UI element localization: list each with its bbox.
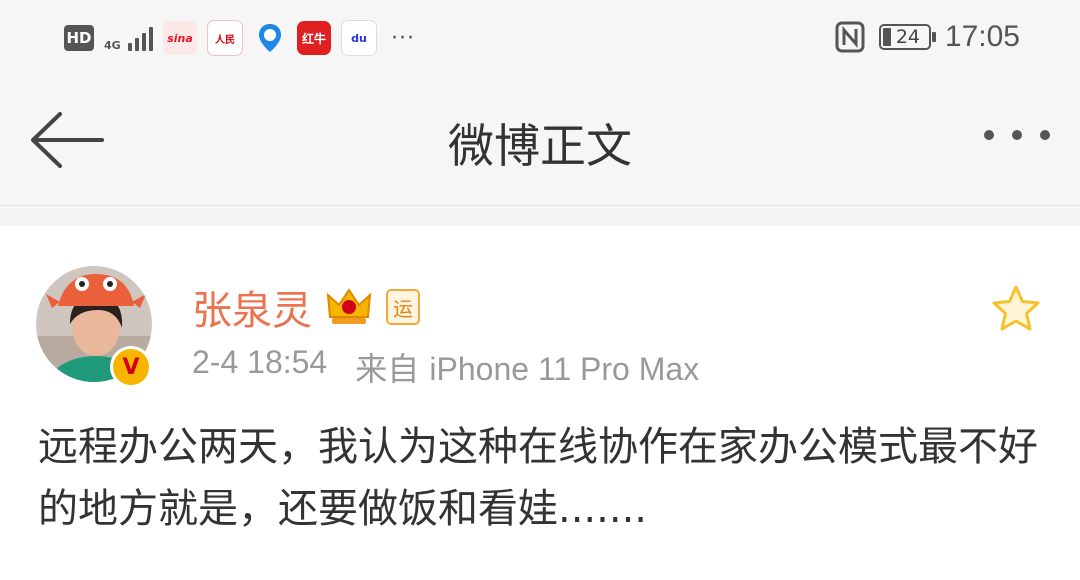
nav-bar: 微博正文 [0,78,1080,206]
baidu-icon: du [341,20,377,56]
crown-icon[interactable] [326,287,372,327]
page-title: 微博正文 [448,119,632,173]
status-time: 17:05 [944,20,1020,53]
yun-tag-icon[interactable]: 运 [386,289,420,325]
post-meta: 2-4 18:54 来自 iPhone 11 Pro Max [192,344,699,390]
post-card: V 张泉灵 运 2-4 18:54 来自 iPhone 11 Pro Max 远… [0,226,1080,580]
status-bar-left: HD 4G sina 人民 红牛 du ··· [64,20,415,56]
more-options-icon[interactable] [984,130,1050,140]
renminwang-icon: 人民 [207,20,243,56]
source-device: iPhone 11 Pro Max [429,351,700,387]
post-text: 远程办公两天，我认为这种在线协作在家办公模式最不好的地方就是，还要做饭和看娃..… [38,424,1038,532]
status-bar-right: 24 17:05 [835,20,1020,54]
battery-level: 24 [895,26,921,48]
post-source: 来自 iPhone 11 Pro Max [355,344,699,390]
battery-icon: 24 [878,24,936,50]
status-bar: HD 4G sina 人民 红牛 du ··· 24 17:05 [0,0,1080,78]
hd-badge: HD [64,25,94,51]
username[interactable]: 张泉灵 [192,278,312,336]
signal-bars-icon [128,25,153,51]
favorite-star-icon[interactable] [990,284,1042,334]
network-type: 4G [104,39,121,52]
post-time: 2-4 18:54 [192,344,328,380]
app-red-icon: 红牛 [297,21,331,55]
nfc-icon [835,21,865,53]
source-prefix: 来自 [355,350,420,388]
verified-badge: V [110,346,152,388]
user-line: 张泉灵 运 [192,278,420,336]
more-notifications-icon: ··· [391,25,415,51]
sina-icon: sina [163,21,197,55]
signal-indicator: 4G [104,25,153,51]
location-pin-icon [253,21,287,55]
